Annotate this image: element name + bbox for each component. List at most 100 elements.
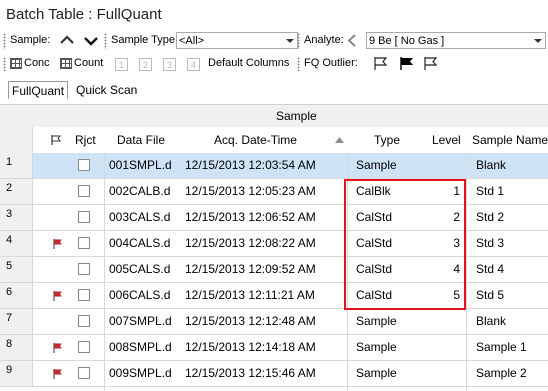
cell-sample-name[interactable]: Std 4 [476, 257, 504, 282]
cell-data-file[interactable]: 007SMPL.d [109, 309, 172, 334]
cell-sample-name[interactable]: Std 5 [476, 283, 504, 308]
cell-type[interactable]: Sample [356, 335, 397, 360]
cell-acq-datetime[interactable]: 12/15/2013 12:12:48 AM [185, 309, 316, 334]
col-header-type[interactable]: Type [374, 127, 400, 153]
outlier-flag-outline-icon[interactable] [372, 56, 390, 71]
analyte-select[interactable]: 9 Be [ No Gas ] [366, 32, 546, 49]
dropdown-arrow-icon[interactable] [534, 39, 542, 43]
cell-data-file[interactable]: 003CALS.d [109, 205, 170, 230]
cell-data-file[interactable]: 001SMPL.d [109, 153, 172, 178]
outlier-flag-filled-icon[interactable] [398, 56, 416, 71]
cell-sample-name[interactable]: Std 3 [476, 231, 504, 256]
count-label: Count [74, 57, 104, 69]
outlier-flag-icon[interactable] [52, 342, 64, 354]
reject-checkbox[interactable] [78, 341, 90, 353]
cell-type[interactable]: Sample [356, 309, 397, 334]
layout-3-icon[interactable]: 3 [163, 58, 176, 71]
cell-acq-datetime[interactable]: 12/15/2013 12:03:54 AM [185, 153, 316, 178]
cell-data-file[interactable]: 005CALS.d [109, 257, 170, 282]
count-button[interactable]: Count [60, 56, 108, 72]
outlier-flag-icon[interactable] [52, 238, 64, 250]
toolbar-navigation: Sample: Sample Type: <All> Analyte: 9 Be… [0, 30, 548, 52]
conc-label: Conc [24, 57, 50, 69]
row-header[interactable]: 7 [0, 309, 33, 334]
cell-sample-name[interactable]: Std 2 [476, 205, 504, 230]
toolbar-grip[interactable] [3, 33, 6, 49]
cell-data-file[interactable]: 008SMPL.d [109, 335, 172, 360]
row-header[interactable]: 3 [0, 205, 33, 230]
row-number: 7 [6, 312, 13, 324]
dropdown-arrow-icon[interactable] [286, 39, 294, 43]
cell-acq-datetime[interactable]: 12/15/2013 12:09:52 AM [185, 257, 316, 282]
outlier-flag-icon[interactable] [52, 290, 64, 302]
row-header[interactable]: 1 [0, 153, 40, 178]
toolbar-grip[interactable] [104, 33, 107, 49]
row-header[interactable]: 2 [0, 179, 33, 204]
toolbar-grip[interactable] [297, 33, 300, 49]
default-columns-button[interactable]: Default Columns [208, 57, 289, 69]
row-header[interactable]: 6 [0, 283, 33, 308]
conc-button[interactable]: Conc [10, 56, 58, 72]
cell-data-file[interactable]: 002CALB.d [109, 179, 170, 204]
cell-level[interactable] [440, 153, 460, 178]
col-header-acq-datetime[interactable]: Acq. Date-Time [214, 127, 297, 153]
cell-sample-name[interactable]: Sample 1 [476, 335, 527, 360]
row-header[interactable]: 9 [0, 361, 33, 386]
column-divider [104, 153, 105, 391]
reject-checkbox[interactable] [78, 185, 90, 197]
col-header-data-file[interactable]: Data File [117, 127, 165, 153]
toolbar-grip[interactable] [297, 57, 300, 71]
tab-quick-scan[interactable]: Quick Scan [73, 81, 143, 99]
row-number: 5 [6, 260, 13, 272]
sample-type-select[interactable]: <All> [176, 32, 298, 49]
layout-4-icon[interactable]: 4 [187, 58, 200, 71]
cell-sample-name[interactable]: Blank [476, 153, 506, 178]
tab-strip: FullQuant Quick Scan [0, 80, 548, 100]
row-header[interactable]: 8 [0, 335, 33, 360]
col-header-sample-name[interactable]: Sample Name [472, 127, 548, 153]
cell-acq-datetime[interactable]: 12/15/2013 12:05:23 AM [185, 179, 316, 204]
chevron-left-icon[interactable] [347, 34, 357, 47]
cell-sample-name[interactable]: Sample 2 [476, 361, 527, 386]
reject-checkbox[interactable] [78, 263, 90, 275]
cell-acq-datetime[interactable]: 12/15/2013 12:06:52 AM [185, 205, 316, 230]
toolbar-grip[interactable] [3, 57, 6, 71]
outlier-flag-icon[interactable] [52, 368, 64, 380]
reject-checkbox[interactable] [78, 367, 90, 379]
sample-label: Sample: [10, 34, 51, 46]
chevron-down-icon[interactable] [84, 36, 98, 46]
chevron-up-icon[interactable] [60, 35, 74, 45]
cell-type[interactable]: Sample [356, 153, 397, 178]
reject-checkbox[interactable] [78, 159, 90, 171]
col-header-rjct[interactable]: Rjct [75, 127, 96, 153]
cell-acq-datetime[interactable]: 12/15/2013 12:11:21 AM [185, 283, 315, 308]
cell-data-file[interactable]: 009SMPL.d [109, 361, 172, 386]
col-header-level[interactable]: Level [432, 127, 461, 153]
cell-sample-name[interactable]: Blank [476, 309, 506, 334]
sort-ascending-icon[interactable] [335, 137, 344, 143]
cell-level[interactable] [440, 309, 460, 334]
cell-acq-datetime[interactable]: 12/15/2013 12:15:46 AM [185, 361, 316, 386]
row-number: 2 [6, 182, 13, 194]
cell-data-file[interactable]: 006CALS.d [109, 283, 170, 308]
reject-checkbox[interactable] [78, 237, 90, 249]
row-header[interactable]: 5 [0, 257, 33, 282]
cell-data-file[interactable]: 004CALS.d [109, 231, 170, 256]
cell-level[interactable] [440, 361, 460, 386]
reject-checkbox[interactable] [78, 211, 90, 223]
reject-checkbox[interactable] [78, 315, 90, 327]
cell-acq-datetime[interactable]: 12/15/2013 12:14:18 AM [185, 335, 316, 360]
cell-level[interactable] [440, 335, 460, 360]
cell-acq-datetime[interactable]: 12/15/2013 12:08:22 AM [185, 231, 316, 256]
outlier-flag-outline-icon[interactable] [422, 56, 440, 71]
cell-sample-name[interactable]: Std 1 [476, 179, 504, 204]
layout-2-icon[interactable]: 2 [139, 58, 152, 71]
table-icon [60, 58, 72, 69]
reject-checkbox[interactable] [78, 289, 90, 301]
row-header[interactable]: 4 [0, 231, 33, 256]
analyte-label: Analyte: [304, 34, 344, 46]
layout-1-icon[interactable]: 1 [115, 58, 128, 71]
tab-fullquant[interactable]: FullQuant [8, 81, 68, 99]
cell-type[interactable]: Sample [356, 361, 397, 386]
corner-cell [0, 127, 33, 153]
